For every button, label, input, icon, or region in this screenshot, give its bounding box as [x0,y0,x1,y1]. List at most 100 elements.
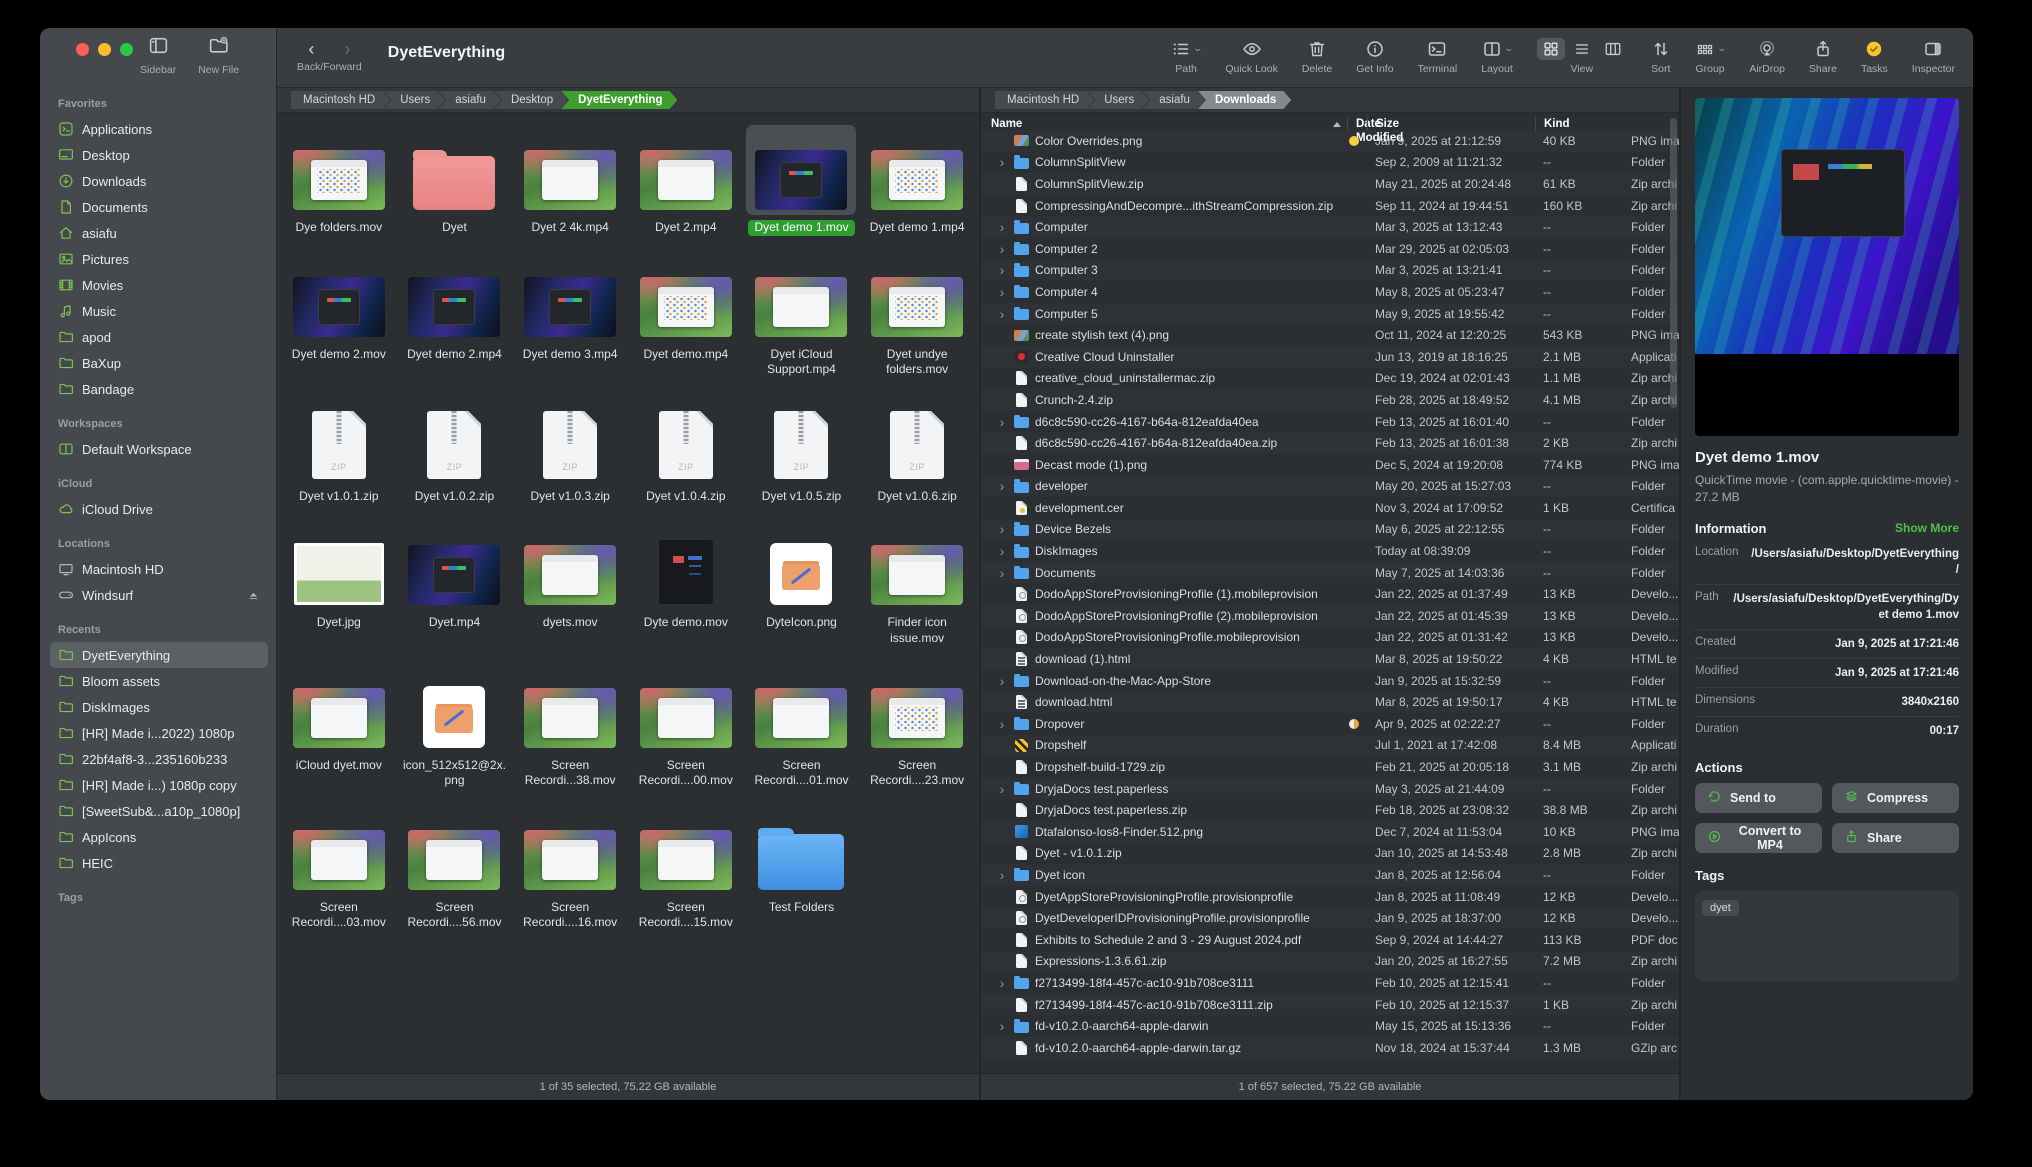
disclosure-triangle-icon[interactable]: › [991,263,1013,277]
disclosure-triangle-icon[interactable]: › [991,522,1013,536]
disclosure-triangle-icon[interactable]: › [991,479,1013,493]
file-row-developer[interactable]: ›developerMay 20, 2025 at 15:27:03--Fold… [981,476,1679,498]
file-row-dtafalonso-ios8-finder-512-png[interactable]: Dtafalonso-Ios8-Finder.512.pngDec 7, 202… [981,821,1679,843]
column-header-size[interactable]: Size [1367,117,1535,131]
file-row-dyetdeveloperidprovisioningprofile-provisionprofile[interactable]: DyetDeveloperIDProvisioningProfile.provi… [981,907,1679,929]
grid-item-dyet[interactable]: Dyet [397,125,513,236]
view-list-button[interactable] [1568,38,1596,60]
sidebar-item-desktop[interactable]: Desktop [50,142,268,168]
grid-item-dyet-2-mp4[interactable]: Dyet 2.mp4 [628,125,744,236]
disclosure-triangle-icon[interactable]: › [991,155,1013,169]
delete-button[interactable]: Delete [1302,37,1332,75]
file-row-fd-v10-2-0-aarch64-apple-darwin[interactable]: ›fd-v10.2.0-aarch64-apple-darwinMay 15, … [981,1015,1679,1037]
file-row-computer-5[interactable]: ›Computer 5May 9, 2025 at 19:55:42--Fold… [981,303,1679,325]
tags-box[interactable]: dyet [1695,891,1959,981]
grid-item-dyet-jpg[interactable]: Dyet.jpg [281,520,397,646]
list-scrollbar[interactable] [1670,118,1677,408]
disclosure-triangle-icon[interactable]: › [991,782,1013,796]
grid-item-icloud-dyet-mov[interactable]: iCloud dyet.mov [281,663,397,789]
file-row-download-html[interactable]: download.htmlMar 8, 2025 at 19:50:174 KB… [981,691,1679,713]
sidebar-item-22bf4af8-3-235160b233[interactable]: 22bf4af8-3...235160b233 [50,746,268,772]
file-row-computer-2[interactable]: ›Computer 2Mar 29, 2025 at 02:05:03--Fol… [981,238,1679,260]
breadcrumb-macintosh-hd[interactable]: Macintosh HD [291,91,390,109]
sidebar-item-hr-made-i-2022-1080p[interactable]: [HR] Made i...2022) 1080p [50,720,268,746]
file-row-exhibits-to-schedule-2-and-3-29-august-2024-pdf[interactable]: Exhibits to Schedule 2 and 3 - 29 August… [981,929,1679,951]
grid-item-dyet-v1-0-4-zip[interactable]: Dyet v1.0.4.zip [628,394,744,505]
file-row-columnsplitview-zip[interactable]: ColumnSplitView.zipMay 21, 2025 at 20:24… [981,173,1679,195]
grid-item-dyets-mov[interactable]: dyets.mov [512,520,628,646]
disclosure-triangle-icon[interactable]: › [991,544,1013,558]
sidebar-item-dyeteverything[interactable]: DyetEverything [50,642,268,668]
disclosure-triangle-icon[interactable]: › [991,220,1013,234]
grid-item-dye-folders-mov[interactable]: Dye folders.mov [281,125,397,236]
file-row-color-overrides-png[interactable]: Color Overrides.pngJan 9, 2025 at 21:12:… [981,130,1679,152]
sidebar-item-bloom-assets[interactable]: Bloom assets [50,668,268,694]
quick-look-button[interactable]: Quick Look [1225,37,1278,75]
file-row-dropover[interactable]: ›DropoverApr 9, 2025 at 02:22:27--Folder [981,713,1679,735]
grid-item-dyte-demo-mov[interactable]: Dyte demo.mov [628,520,744,646]
sidebar-item-applications[interactable]: Applications [50,116,268,142]
sidebar-item-baxup[interactable]: BaXup [50,350,268,376]
grid-item-screen-recordi-01-mov[interactable]: Screen Recordi....01.mov [744,663,860,789]
file-row-dropshelf[interactable]: DropshelfJul 1, 2021 at 17:42:088.4 MBAp… [981,735,1679,757]
grid-item-dyet-icloud-support-mp4[interactable]: Dyet iCloud Support.mp4 [744,252,860,378]
share-button[interactable]: Share [1809,37,1837,75]
file-row-diskimages[interactable]: ›DiskImagesToday at 08:39:09--Folder [981,540,1679,562]
sidebar-item-asiafu[interactable]: asiafu [50,220,268,246]
grid-item-icon-512x512-2x-png[interactable]: icon_512x512@2x.png [397,663,513,789]
tag-chip[interactable]: dyet [1702,900,1739,916]
sidebar-item-windsurf[interactable]: Windsurf [50,582,268,608]
tasks-button[interactable]: Tasks [1861,37,1888,75]
column-header-name[interactable]: Name [991,118,1347,130]
eject-icon[interactable] [247,589,260,602]
airdrop-button[interactable]: AirDrop [1749,37,1785,75]
grid-item-dyet-2-4k-mp4[interactable]: Dyet 2 4k.mp4 [512,125,628,236]
breadcrumb-users[interactable]: Users [383,91,445,109]
grid-item-dyet-v1-0-3-zip[interactable]: Dyet v1.0.3.zip [512,394,628,505]
grid-item-dyteicon-png[interactable]: DyteIcon.png [744,520,860,646]
zoom-window-button[interactable] [120,43,133,56]
grid-item-dyet-demo-2-mov[interactable]: Dyet demo 2.mov [281,252,397,378]
grid-item-screen-recordi-16-mov[interactable]: Screen Recordi....16.mov [512,805,628,931]
get-info-button[interactable]: Get Info [1356,37,1393,75]
sidebar-item-hr-made-i-1080p-copy[interactable]: [HR] Made i...) 1080p copy [50,772,268,798]
file-row-columnsplitview[interactable]: ›ColumnSplitViewSep 2, 2009 at 11:21:32-… [981,152,1679,174]
file-row-computer[interactable]: ›ComputerMar 3, 2025 at 13:12:43--Folder [981,216,1679,238]
sidebar-item-apod[interactable]: apod [50,324,268,350]
sidebar-item-sweetsub-a10p-1080p[interactable]: [SweetSub&...a10p_1080p] [50,798,268,824]
grid-item-dyet-v1-0-5-zip[interactable]: Dyet v1.0.5.zip [744,394,860,505]
breadcrumb-users[interactable]: Users [1087,91,1149,109]
sidebar-item-pictures[interactable]: Pictures [50,246,268,272]
new-file-button[interactable]: New File [198,35,239,76]
disclosure-triangle-icon[interactable]: › [991,566,1013,580]
sidebar-item-bandage[interactable]: Bandage [50,376,268,402]
grid-item-dyet-demo-1-mp4[interactable]: Dyet demo 1.mp4 [859,125,975,236]
file-row-f2713499-18f4-457c-ac10-91b708ce3111-zip[interactable]: f2713499-18f4-457c-ac10-91b708ce3111.zip… [981,994,1679,1016]
grid-item-dyet-demo-1-mov[interactable]: Dyet demo 1.mov [744,125,860,236]
file-row-device-bezels[interactable]: ›Device BezelsMay 6, 2025 at 22:12:55--F… [981,519,1679,541]
sidebar-item-music[interactable]: Music [50,298,268,324]
file-row-f2713499-18f4-457c-ac10-91b708ce3111[interactable]: ›f2713499-18f4-457c-ac10-91b708ce3111Feb… [981,972,1679,994]
terminal-button[interactable]: Terminal [1418,37,1458,75]
sidebar-item-documents[interactable]: Documents [50,194,268,220]
breadcrumb-desktop[interactable]: Desktop [494,91,568,109]
grid-item-screen-recordi-03-mov[interactable]: Screen Recordi....03.mov [281,805,397,931]
grid-item-dyet-demo-3-mp4[interactable]: Dyet demo 3.mp4 [512,252,628,378]
file-row-download-1-html[interactable]: download (1).htmlMar 8, 2025 at 19:50:22… [981,648,1679,670]
disclosure-triangle-icon[interactable]: › [991,674,1013,688]
file-row-development-cer[interactable]: development.cerNov 3, 2024 at 17:09:521 … [981,497,1679,519]
file-row-dodoappstoreprovisioningprofile-2-mobileprovision[interactable]: DodoAppStoreProvisioningProfile (2).mobi… [981,605,1679,627]
show-more-link[interactable]: Show More [1895,521,1959,535]
sidebar-item-downloads[interactable]: Downloads [50,168,268,194]
breadcrumb-asiafu[interactable]: asiafu [1142,91,1205,109]
grid-item-dyet-demo-mp4[interactable]: Dyet demo.mp4 [628,252,744,378]
view-grid-button[interactable] [1537,38,1565,60]
file-row-download-on-the-mac-app-store[interactable]: ›Download-on-the-Mac-App-StoreJan 9, 202… [981,670,1679,692]
grid-item-dyet-mp4[interactable]: Dyet.mp4 [397,520,513,646]
file-row-dropshelf-build-1729-zip[interactable]: Dropshelf-build-1729.zipFeb 21, 2025 at … [981,756,1679,778]
convert-to-mp4-button[interactable]: Convert to MP4 [1695,823,1822,853]
back-button[interactable]: ‹ [308,39,314,60]
grid-item-finder-icon-issue-mov[interactable]: Finder icon issue.mov [859,520,975,646]
file-row-dryjadocs-test-paperless[interactable]: ›DryjaDocs test.paperlessMay 3, 2025 at … [981,778,1679,800]
grid-item-dyet-v1-0-6-zip[interactable]: Dyet v1.0.6.zip [859,394,975,505]
